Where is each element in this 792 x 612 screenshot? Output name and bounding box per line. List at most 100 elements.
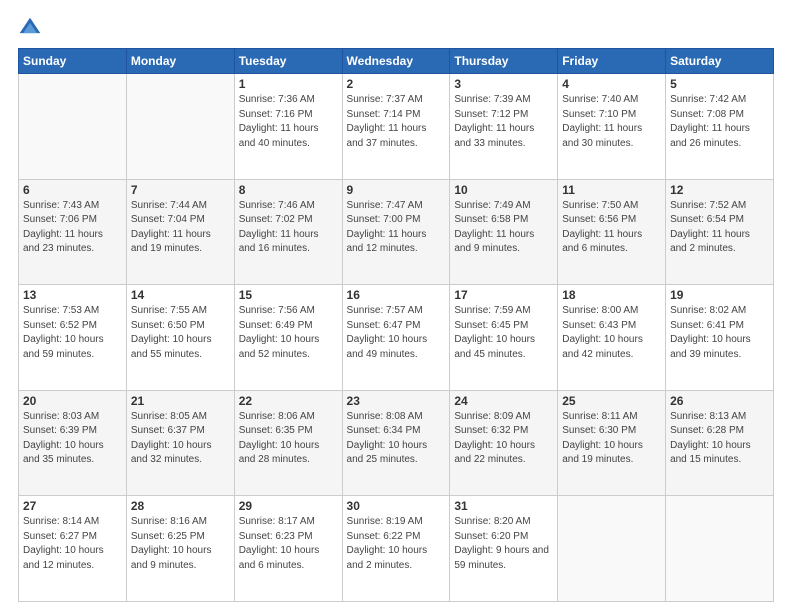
day-info: Sunrise: 7:36 AM Sunset: 7:16 PM Dayligh…: [239, 93, 338, 151]
day-info: Sunrise: 7:42 AM Sunset: 7:08 PM Dayligh…: [670, 93, 769, 151]
calendar-week-row: 20 Sunrise: 8:03 AM Sunset: 6:39 PM Dayli…: [19, 390, 774, 496]
calendar-day-cell: [126, 74, 234, 180]
day-info: Sunrise: 7:49 AM Sunset: 6:58 PM Dayligh…: [454, 199, 553, 257]
calendar-day-cell: 8Sunrise: 7:46 AM Sunset: 7:02 PM Daylig…: [234, 179, 342, 285]
calendar-week-row: 1 Sunrise: 7:36 AM Sunset: 7:16 PM Daylig…: [19, 74, 774, 180]
day-info: Sunrise: 8:02 AM Sunset: 6:41 PM Dayligh…: [670, 304, 769, 362]
logo: [18, 16, 46, 40]
day-number: 26: [670, 394, 769, 408]
day-number: 4: [562, 77, 661, 91]
day-number: 15: [239, 288, 338, 302]
day-info: Sunrise: 7:37 AM Sunset: 7:14 PM Dayligh…: [347, 93, 446, 151]
day-number: 31: [454, 499, 553, 513]
day-info: Sunrise: 8:03 AM Sunset: 6:39 PM Dayligh…: [23, 410, 122, 468]
day-number: 27: [23, 499, 122, 513]
day-info: Sunrise: 7:39 AM Sunset: 7:12 PM Dayligh…: [454, 93, 553, 151]
calendar-day-cell: 31 Sunrise: 8:20 AM Sunset: 6:20 PM Dayli…: [450, 496, 558, 602]
day-info: Sunrise: 7:57 AM Sunset: 6:47 PM Dayligh…: [347, 304, 446, 362]
day-info: Sunrise: 8:14 AM Sunset: 6:27 PM Dayligh…: [23, 515, 122, 573]
day-number: 21: [131, 394, 230, 408]
day-number: 25: [562, 394, 661, 408]
calendar-table: SundayMondayTuesdayWednesdayThursdayFrid…: [18, 48, 774, 602]
weekday-header: Friday: [558, 49, 666, 74]
day-number: 11: [562, 183, 661, 197]
calendar-day-cell: 25 Sunrise: 8:11 AM Sunset: 6:30 PM Dayli…: [558, 390, 666, 496]
day-info: Sunrise: 7:50 AM Sunset: 6:56 PM Dayligh…: [562, 199, 661, 257]
day-info: Sunrise: 7:56 AM Sunset: 6:49 PM Dayligh…: [239, 304, 338, 362]
day-number: 23: [347, 394, 446, 408]
day-info: Sunrise: 8:00 AM Sunset: 6:43 PM Dayligh…: [562, 304, 661, 362]
calendar-day-cell: 14 Sunrise: 7:55 AM Sunset: 6:50 PM Dayli…: [126, 285, 234, 391]
day-info: Sunrise: 7:40 AM Sunset: 7:10 PM Dayligh…: [562, 93, 661, 151]
weekday-header: Tuesday: [234, 49, 342, 74]
calendar-day-cell: 11 Sunrise: 7:50 AM Sunset: 6:56 PM Dayli…: [558, 179, 666, 285]
calendar-day-cell: 16 Sunrise: 7:57 AM Sunset: 6:47 PM Dayli…: [342, 285, 450, 391]
day-info: Sunrise: 7:55 AM Sunset: 6:50 PM Dayligh…: [131, 304, 230, 362]
day-number: 2: [347, 77, 446, 91]
calendar-week-row: 13 Sunrise: 7:53 AM Sunset: 6:52 PM Dayli…: [19, 285, 774, 391]
calendar-day-cell: 2 Sunrise: 7:37 AM Sunset: 7:14 PM Daylig…: [342, 74, 450, 180]
calendar-day-cell: 28Sunrise: 8:16 AM Sunset: 6:25 PM Dayli…: [126, 496, 234, 602]
calendar-day-cell: 27 Sunrise: 8:14 AM Sunset: 6:27 PM Dayli…: [19, 496, 127, 602]
calendar-day-cell: [19, 74, 127, 180]
day-number: 8: [239, 183, 338, 197]
day-number: 6: [23, 183, 122, 197]
day-number: 10: [454, 183, 553, 197]
calendar-day-cell: 4 Sunrise: 7:40 AM Sunset: 7:10 PM Daylig…: [558, 74, 666, 180]
day-info: Sunrise: 8:06 AM Sunset: 6:35 PM Dayligh…: [239, 410, 338, 468]
weekday-header: Monday: [126, 49, 234, 74]
day-number: 30: [347, 499, 446, 513]
calendar-day-cell: 17Sunrise: 7:59 AM Sunset: 6:45 PM Dayli…: [450, 285, 558, 391]
calendar-day-cell: 22 Sunrise: 8:06 AM Sunset: 6:35 PM Dayli…: [234, 390, 342, 496]
calendar-day-cell: 13 Sunrise: 7:53 AM Sunset: 6:52 PM Dayli…: [19, 285, 127, 391]
day-info: Sunrise: 8:19 AM Sunset: 6:22 PM Dayligh…: [347, 515, 446, 573]
day-info: Sunrise: 7:44 AM Sunset: 7:04 PM Dayligh…: [131, 199, 230, 257]
calendar-day-cell: 29Sunrise: 8:17 AM Sunset: 6:23 PM Dayli…: [234, 496, 342, 602]
day-number: 16: [347, 288, 446, 302]
calendar-day-cell: 18 Sunrise: 8:00 AM Sunset: 6:43 PM Dayli…: [558, 285, 666, 391]
calendar-day-cell: 19 Sunrise: 8:02 AM Sunset: 6:41 PM Dayli…: [666, 285, 774, 391]
day-number: 20: [23, 394, 122, 408]
day-info: Sunrise: 8:20 AM Sunset: 6:20 PM Dayligh…: [454, 515, 553, 573]
day-info: Sunrise: 7:47 AM Sunset: 7:00 PM Dayligh…: [347, 199, 446, 257]
weekday-header: Wednesday: [342, 49, 450, 74]
day-info: Sunrise: 7:53 AM Sunset: 6:52 PM Dayligh…: [23, 304, 122, 362]
day-number: 18: [562, 288, 661, 302]
day-number: 13: [23, 288, 122, 302]
day-info: Sunrise: 8:13 AM Sunset: 6:28 PM Dayligh…: [670, 410, 769, 468]
calendar-day-cell: 15 Sunrise: 7:56 AM Sunset: 6:49 PM Dayli…: [234, 285, 342, 391]
calendar-day-cell: 23 Sunrise: 8:08 AM Sunset: 6:34 PM Dayli…: [342, 390, 450, 496]
logo-icon: [18, 16, 42, 40]
day-info: Sunrise: 8:09 AM Sunset: 6:32 PM Dayligh…: [454, 410, 553, 468]
calendar-day-cell: 5Sunrise: 7:42 AM Sunset: 7:08 PM Daylig…: [666, 74, 774, 180]
day-info: Sunrise: 8:08 AM Sunset: 6:34 PM Dayligh…: [347, 410, 446, 468]
day-number: 29: [239, 499, 338, 513]
day-number: 22: [239, 394, 338, 408]
calendar-day-cell: 1 Sunrise: 7:36 AM Sunset: 7:16 PM Daylig…: [234, 74, 342, 180]
day-info: Sunrise: 7:43 AM Sunset: 7:06 PM Dayligh…: [23, 199, 122, 257]
weekday-header: Saturday: [666, 49, 774, 74]
page: SundayMondayTuesdayWednesdayThursdayFrid…: [0, 0, 792, 612]
day-number: 7: [131, 183, 230, 197]
day-info: Sunrise: 8:11 AM Sunset: 6:30 PM Dayligh…: [562, 410, 661, 468]
day-number: 9: [347, 183, 446, 197]
calendar-day-cell: 24 Sunrise: 8:09 AM Sunset: 6:32 PM Dayli…: [450, 390, 558, 496]
day-number: 28: [131, 499, 230, 513]
calendar-day-cell: [666, 496, 774, 602]
calendar-day-cell: 30 Sunrise: 8:19 AM Sunset: 6:22 PM Dayli…: [342, 496, 450, 602]
day-number: 1: [239, 77, 338, 91]
day-number: 24: [454, 394, 553, 408]
calendar-day-cell: 20 Sunrise: 8:03 AM Sunset: 6:39 PM Dayli…: [19, 390, 127, 496]
calendar-week-row: 27 Sunrise: 8:14 AM Sunset: 6:27 PM Dayli…: [19, 496, 774, 602]
weekday-header: Thursday: [450, 49, 558, 74]
day-info: Sunrise: 7:52 AM Sunset: 6:54 PM Dayligh…: [670, 199, 769, 257]
calendar-day-cell: 12 Sunrise: 7:52 AM Sunset: 6:54 PM Dayli…: [666, 179, 774, 285]
day-number: 12: [670, 183, 769, 197]
calendar-day-cell: 9 Sunrise: 7:47 AM Sunset: 7:00 PM Daylig…: [342, 179, 450, 285]
calendar-day-cell: 3Sunrise: 7:39 AM Sunset: 7:12 PM Daylig…: [450, 74, 558, 180]
day-number: 14: [131, 288, 230, 302]
day-number: 19: [670, 288, 769, 302]
calendar-day-cell: 6 Sunrise: 7:43 AM Sunset: 7:06 PM Daylig…: [19, 179, 127, 285]
calendar-day-cell: [558, 496, 666, 602]
day-number: 17: [454, 288, 553, 302]
